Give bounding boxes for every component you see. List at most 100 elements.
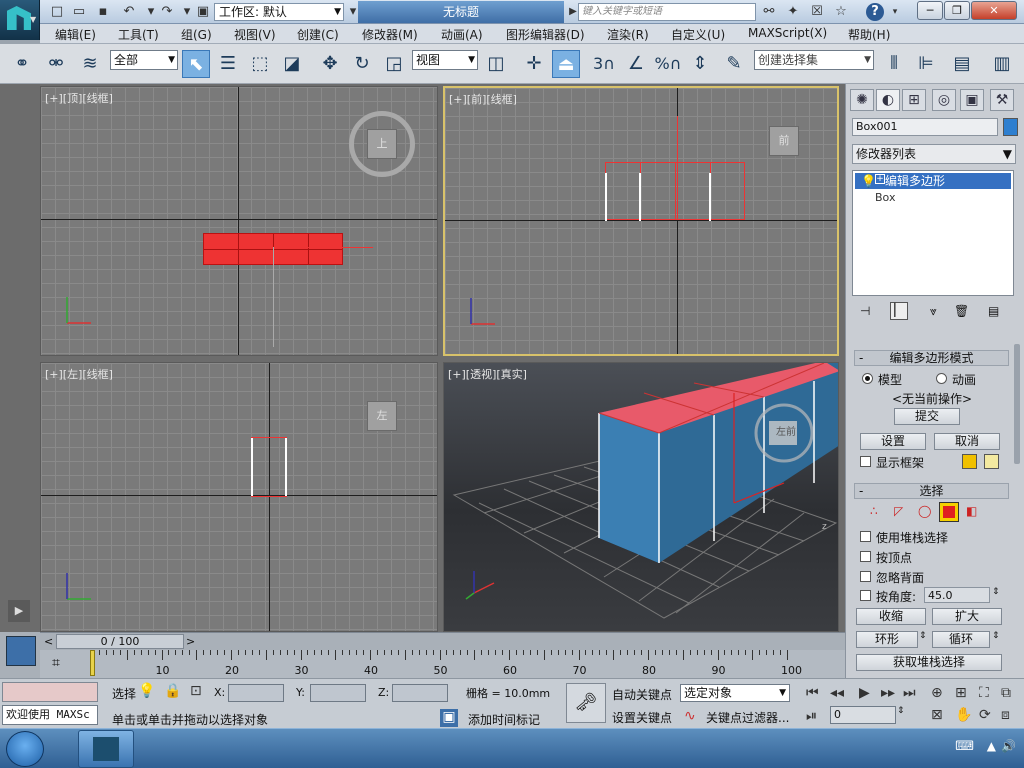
create-tab-icon[interactable]: ✺ (850, 89, 874, 111)
tray-arrow-icon[interactable]: ▲ (987, 739, 996, 753)
menu-graph-editors[interactable]: 图形编辑器(D) (506, 26, 585, 43)
viewcube[interactable]: 左 (367, 401, 397, 431)
redo-icon[interactable]: ↷ (158, 3, 176, 21)
animate-radio[interactable] (936, 373, 947, 384)
pin-stack-icon[interactable]: ⊣ (860, 304, 870, 318)
get-stack-selection-button[interactable]: 获取堆栈选择 (856, 654, 1002, 671)
track-bar[interactable]: 10 20 30 40 50 60 70 80 90 100 (40, 650, 845, 678)
viewcube[interactable]: 前 (769, 126, 799, 156)
search-input[interactable]: 键入关键字或短语 (578, 3, 756, 21)
viewport-label[interactable]: [+][左][线框] (45, 366, 113, 382)
y-coordinate-field[interactable] (310, 684, 366, 702)
ignore-backfacing-checkbox[interactable] (860, 571, 871, 582)
keyboard-icon[interactable]: ⌨ (955, 739, 974, 754)
polygon-subobject-icon[interactable] (939, 502, 959, 522)
viewport-left[interactable]: [+][左][线框] 左 (40, 362, 438, 632)
key-mode-dropdown[interactable]: 选定对象 ▼ (680, 684, 790, 702)
ring-button[interactable]: 环形 (856, 631, 918, 648)
named-selection-set-dropdown[interactable]: 创建选择集 ▼ (754, 50, 874, 70)
menu-customize[interactable]: 自定义(U) (671, 26, 725, 43)
maxscript-listener-pink[interactable] (2, 682, 98, 702)
taskbar-3dsmax-button[interactable] (78, 730, 134, 768)
model-radio[interactable] (862, 373, 873, 384)
viewport-front[interactable]: [+][前][线框] 前 (443, 86, 839, 356)
menu-tools[interactable]: 工具(T) (118, 26, 159, 43)
close-button[interactable]: ✕ (971, 1, 1017, 20)
zoom-extents-icon[interactable]: ⛶ (979, 685, 989, 701)
cage-selected-color-swatch[interactable] (984, 454, 999, 469)
communication-icon[interactable]: ☒ (808, 3, 826, 21)
scale-icon[interactable]: ◲ (380, 50, 408, 78)
time-config-icon[interactable]: ⏯ (806, 708, 817, 724)
field-of-view-icon[interactable]: ⊠ (931, 707, 943, 723)
next-frame-icon[interactable]: ▸▸ (881, 685, 895, 701)
viewport-layout-icon[interactable] (6, 636, 36, 666)
isolate-selection-icon[interactable]: 💡 (138, 683, 155, 699)
show-end-result-icon[interactable]: ▏ (890, 302, 908, 320)
save-icon[interactable]: ▪ (94, 3, 112, 21)
edit-named-selection-icon[interactable]: ✎ (720, 50, 748, 78)
time-slider-thumb[interactable]: 0 / 100 (56, 634, 184, 649)
key-icon[interactable]: 🗝 (566, 683, 606, 723)
angle-spinner[interactable]: 45.0 (924, 587, 990, 603)
go-to-start-icon[interactable]: ⏮ (806, 685, 819, 701)
move-icon[interactable]: ✥ (316, 50, 344, 78)
zoom-extents-all-icon[interactable]: ⧉ (1001, 685, 1011, 701)
menu-help[interactable]: 帮助(H) (848, 26, 890, 43)
spinner-arrows-icon[interactable]: ⇕ (992, 631, 1000, 641)
select-manipulate-icon[interactable]: ✛ (520, 50, 548, 78)
volume-icon[interactable]: 🔊 (1001, 739, 1016, 753)
spinner-arrows-icon[interactable]: ⇕ (919, 631, 927, 641)
transform-gizmo-z[interactable] (677, 116, 678, 220)
absolute-mode-icon[interactable]: ⊡ (190, 683, 202, 699)
menu-group[interactable]: 组(G) (181, 26, 212, 43)
add-time-tag-button[interactable]: 添加时间标记 (468, 711, 540, 728)
set-key-button[interactable]: 设置关键点 (612, 709, 672, 726)
tools-icon[interactable]: ✦ (784, 3, 802, 21)
selection-filter-dropdown[interactable]: 全部 ▼ (110, 50, 178, 70)
border-subobject-icon[interactable]: ◯ (918, 504, 931, 518)
motion-tab-icon[interactable]: ◎ (932, 89, 956, 111)
keyboard-shortcut-override-icon[interactable]: ⏏ (552, 50, 580, 78)
open-file-icon[interactable]: ▭ (70, 3, 88, 21)
z-coordinate-field[interactable] (392, 684, 448, 702)
snaps-toggle-icon[interactable]: 3∩ (590, 50, 618, 78)
remove-modifier-icon[interactable]: 🗑 (954, 304, 969, 318)
bind-spacewarp-icon[interactable]: ≋ (76, 50, 104, 78)
show-cage-checkbox[interactable] (860, 456, 871, 467)
viewport-label[interactable]: [+][顶][线框] (45, 90, 113, 106)
rotate-icon[interactable]: ↻ (348, 50, 376, 78)
menu-create[interactable]: 创建(C) (297, 26, 339, 43)
menu-edit[interactable]: 编辑(E) (55, 26, 96, 43)
rollout-edit-poly-mode[interactable]: - 编辑多边形模式 (854, 350, 1009, 366)
new-file-icon[interactable]: □ (48, 3, 66, 21)
angle-snap-icon[interactable]: ∠ (622, 50, 650, 78)
zoom-all-icon[interactable]: ⊞ (955, 685, 967, 701)
transform-gizmo-y[interactable] (273, 247, 274, 347)
percent-snap-icon[interactable]: %∩ (654, 50, 682, 78)
window-crossing-icon[interactable]: ◪ (278, 50, 306, 78)
modifier-list-dropdown[interactable]: 修改器列表 ▼ (852, 144, 1016, 164)
select-by-name-icon[interactable]: ☰ (214, 50, 242, 78)
align-icon[interactable]: ⊫ (912, 50, 940, 78)
viewcube[interactable]: 左前 (776, 423, 796, 438)
rollout-selection[interactable]: - 选择 (854, 483, 1009, 499)
spinner-arrows-icon[interactable]: ⇕ (992, 587, 1000, 597)
key-filter-curve-icon[interactable]: ∿ (684, 708, 696, 724)
play-icon[interactable]: ▶ (859, 685, 870, 701)
unlink-icon[interactable]: ⚮ (42, 50, 70, 78)
previous-frame-icon[interactable]: ◂◂ (830, 685, 844, 701)
spinner-snap-icon[interactable]: ⇕ (686, 50, 714, 78)
selection-lock-icon[interactable]: 🔒 (164, 683, 181, 699)
project-folder-icon[interactable]: ▣ (194, 3, 212, 21)
current-frame-marker[interactable] (90, 650, 95, 676)
settings-button[interactable]: 设置 (860, 433, 926, 450)
workspace-dropdown[interactable]: 工作区: 默认 ▼ (214, 3, 344, 21)
lightbulb-icon[interactable]: 💡 (861, 173, 876, 189)
mirror-icon[interactable]: ⫴ (880, 50, 908, 78)
by-angle-checkbox[interactable] (860, 590, 871, 601)
expand-icon[interactable]: + (875, 174, 885, 184)
x-coordinate-field[interactable] (228, 684, 284, 702)
maximize-button[interactable]: ❐ (944, 1, 970, 20)
help-icon[interactable]: ? (866, 3, 884, 21)
